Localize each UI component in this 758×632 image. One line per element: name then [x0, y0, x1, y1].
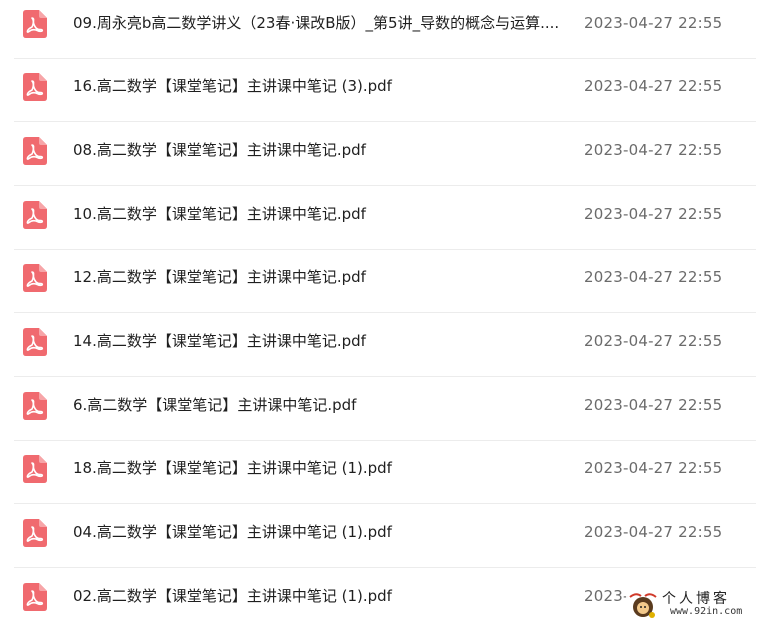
file-date: 2023-04-27 22:55 — [584, 267, 722, 287]
file-date: 2023-04-27 22:55 — [584, 13, 722, 33]
file-name[interactable]: 08.高二数学【课堂笔记】主讲课中笔记.pdf — [73, 140, 366, 160]
file-name[interactable]: 18.高二数学【课堂笔记】主讲课中笔记 (1).pdf — [73, 458, 392, 478]
file-name[interactable]: 14.高二数学【课堂笔记】主讲课中笔记.pdf — [73, 331, 366, 351]
file-row[interactable]: 12.高二数学【课堂笔记】主讲课中笔记.pdf 2023-04-27 22:55 — [14, 250, 756, 313]
file-date: 2023-04-27 22:55 — [584, 522, 722, 542]
file-name[interactable]: 02.高二数学【课堂笔记】主讲课中笔记 (1).pdf — [73, 586, 392, 606]
file-name[interactable]: 04.高二数学【课堂笔记】主讲课中笔记 (1).pdf — [73, 522, 392, 542]
file-row[interactable]: 08.高二数学【课堂笔记】主讲课中笔记.pdf 2023-04-27 22:55 — [14, 123, 756, 186]
watermark-url: www.92in.com — [670, 606, 742, 617]
pdf-icon — [23, 73, 47, 101]
pdf-icon — [23, 328, 47, 356]
file-row[interactable]: 6.高二数学【课堂笔记】主讲课中笔记.pdf 2023-04-27 22:55 — [14, 378, 756, 441]
file-date: 2023-04-27 22:55 — [584, 76, 722, 96]
pdf-icon — [23, 10, 47, 38]
watermark-title: 个人博客 — [662, 588, 730, 608]
pdf-icon — [23, 519, 47, 547]
file-row[interactable]: 10.高二数学【课堂笔记】主讲课中笔记.pdf 2023-04-27 22:55 — [14, 187, 756, 250]
file-date: 2023-04-27 22:55 — [584, 458, 722, 478]
pdf-icon — [23, 201, 47, 229]
file-date: 2023-04-27 22:55 — [584, 331, 722, 351]
file-name[interactable]: 16.高二数学【课堂笔记】主讲课中笔记 (3).pdf — [73, 76, 392, 96]
file-row[interactable]: 14.高二数学【课堂笔记】主讲课中笔记.pdf 2023-04-27 22:55 — [14, 314, 756, 377]
file-name[interactable]: 6.高二数学【课堂笔记】主讲课中笔记.pdf — [73, 395, 356, 415]
file-name[interactable]: 09.周永亮b高二数学讲义（23春·课改B版）_第5讲_导数的概念与运算.... — [73, 13, 559, 33]
watermark: 个人博客 www.92in.com — [626, 587, 754, 623]
file-date: 2023-04-27 22:55 — [584, 204, 722, 224]
file-row[interactable]: 04.高二数学【课堂笔记】主讲课中笔记 (1).pdf 2023-04-27 22… — [14, 505, 756, 568]
file-date: 2023- — [584, 586, 629, 606]
file-date: 2023-04-27 22:55 — [584, 395, 722, 415]
file-date: 2023-04-27 22:55 — [584, 140, 722, 160]
pdf-icon — [23, 264, 47, 292]
file-row[interactable]: 16.高二数学【课堂笔记】主讲课中笔记 (3).pdf 2023-04-27 22… — [14, 59, 756, 122]
file-row[interactable]: 09.周永亮b高二数学讲义（23春·课改B版）_第5讲_导数的概念与运算....… — [14, 0, 756, 59]
pdf-icon — [23, 583, 47, 611]
file-name[interactable]: 12.高二数学【课堂笔记】主讲课中笔记.pdf — [73, 267, 366, 287]
file-name[interactable]: 10.高二数学【课堂笔记】主讲课中笔记.pdf — [73, 204, 366, 224]
file-list: 09.周永亮b高二数学讲义（23春·课改B版）_第5讲_导数的概念与运算....… — [0, 0, 758, 625]
blog-logo-icon — [628, 591, 658, 619]
file-row[interactable]: 18.高二数学【课堂笔记】主讲课中笔记 (1).pdf 2023-04-27 22… — [14, 441, 756, 504]
pdf-icon — [23, 455, 47, 483]
pdf-icon — [23, 392, 47, 420]
pdf-icon — [23, 137, 47, 165]
